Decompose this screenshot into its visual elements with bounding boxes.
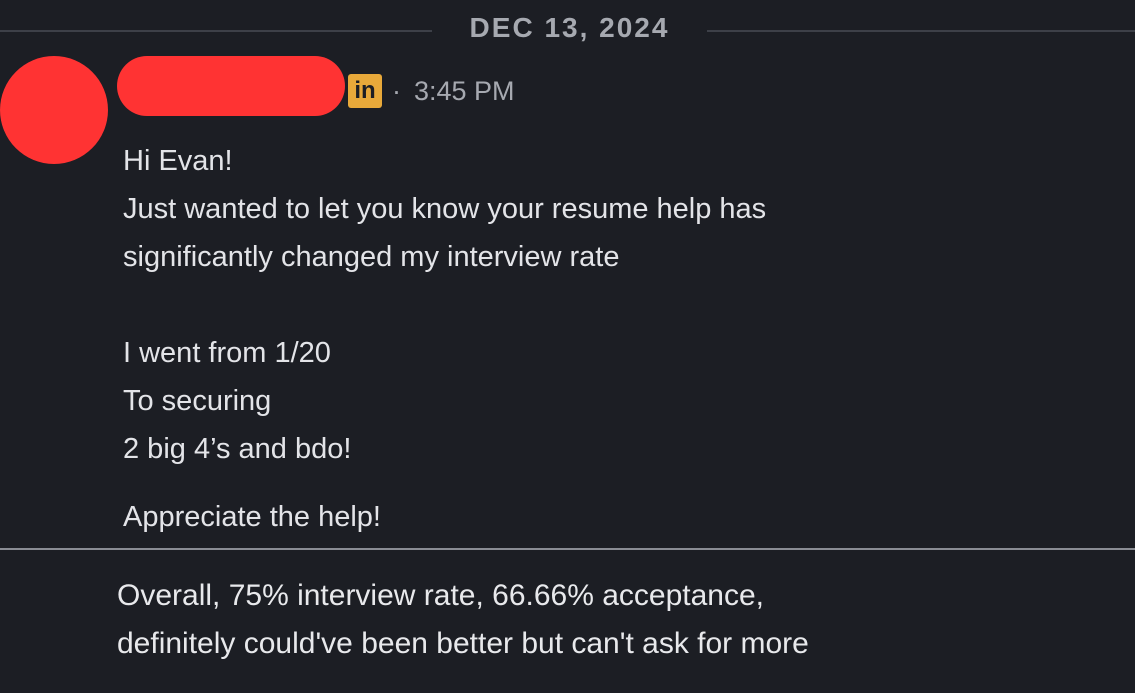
linkedin-icon[interactable]: in: [348, 74, 382, 108]
divider-line-right: [707, 30, 1135, 32]
meta-separator-dot: ·: [392, 76, 401, 106]
redacted-sender-name[interactable]: [117, 56, 345, 116]
message-line: Hi Evan!: [123, 145, 233, 177]
caption-line: definitely could've been better but can'…: [117, 627, 809, 660]
message-line: I went from 1/20: [123, 337, 331, 369]
message-timestamp: 3:45 PM: [414, 76, 515, 106]
redacted-avatar[interactable]: [0, 56, 108, 164]
date-divider: DEC 13, 2024: [0, 8, 1135, 52]
caption-line: Overall, 75% interview rate, 66.66% acce…: [117, 579, 765, 612]
caption: Overall, 75% interview rate, 66.66% acce…: [117, 572, 1117, 668]
date-label: DEC 13, 2024: [469, 12, 670, 43]
divider-line-left: [0, 30, 432, 32]
message-line: To securing: [123, 385, 272, 417]
message-line: 2 big 4’s and bdo!: [123, 433, 352, 465]
message-line: significantly changed my interview rate: [123, 241, 620, 273]
message-sign-off: Appreciate the help!: [123, 501, 381, 533]
message-body: Hi Evan! Just wanted to let you know you…: [123, 137, 1083, 541]
caption-separator: [0, 548, 1135, 550]
message-line: Just wanted to let you know your resume …: [123, 193, 767, 225]
